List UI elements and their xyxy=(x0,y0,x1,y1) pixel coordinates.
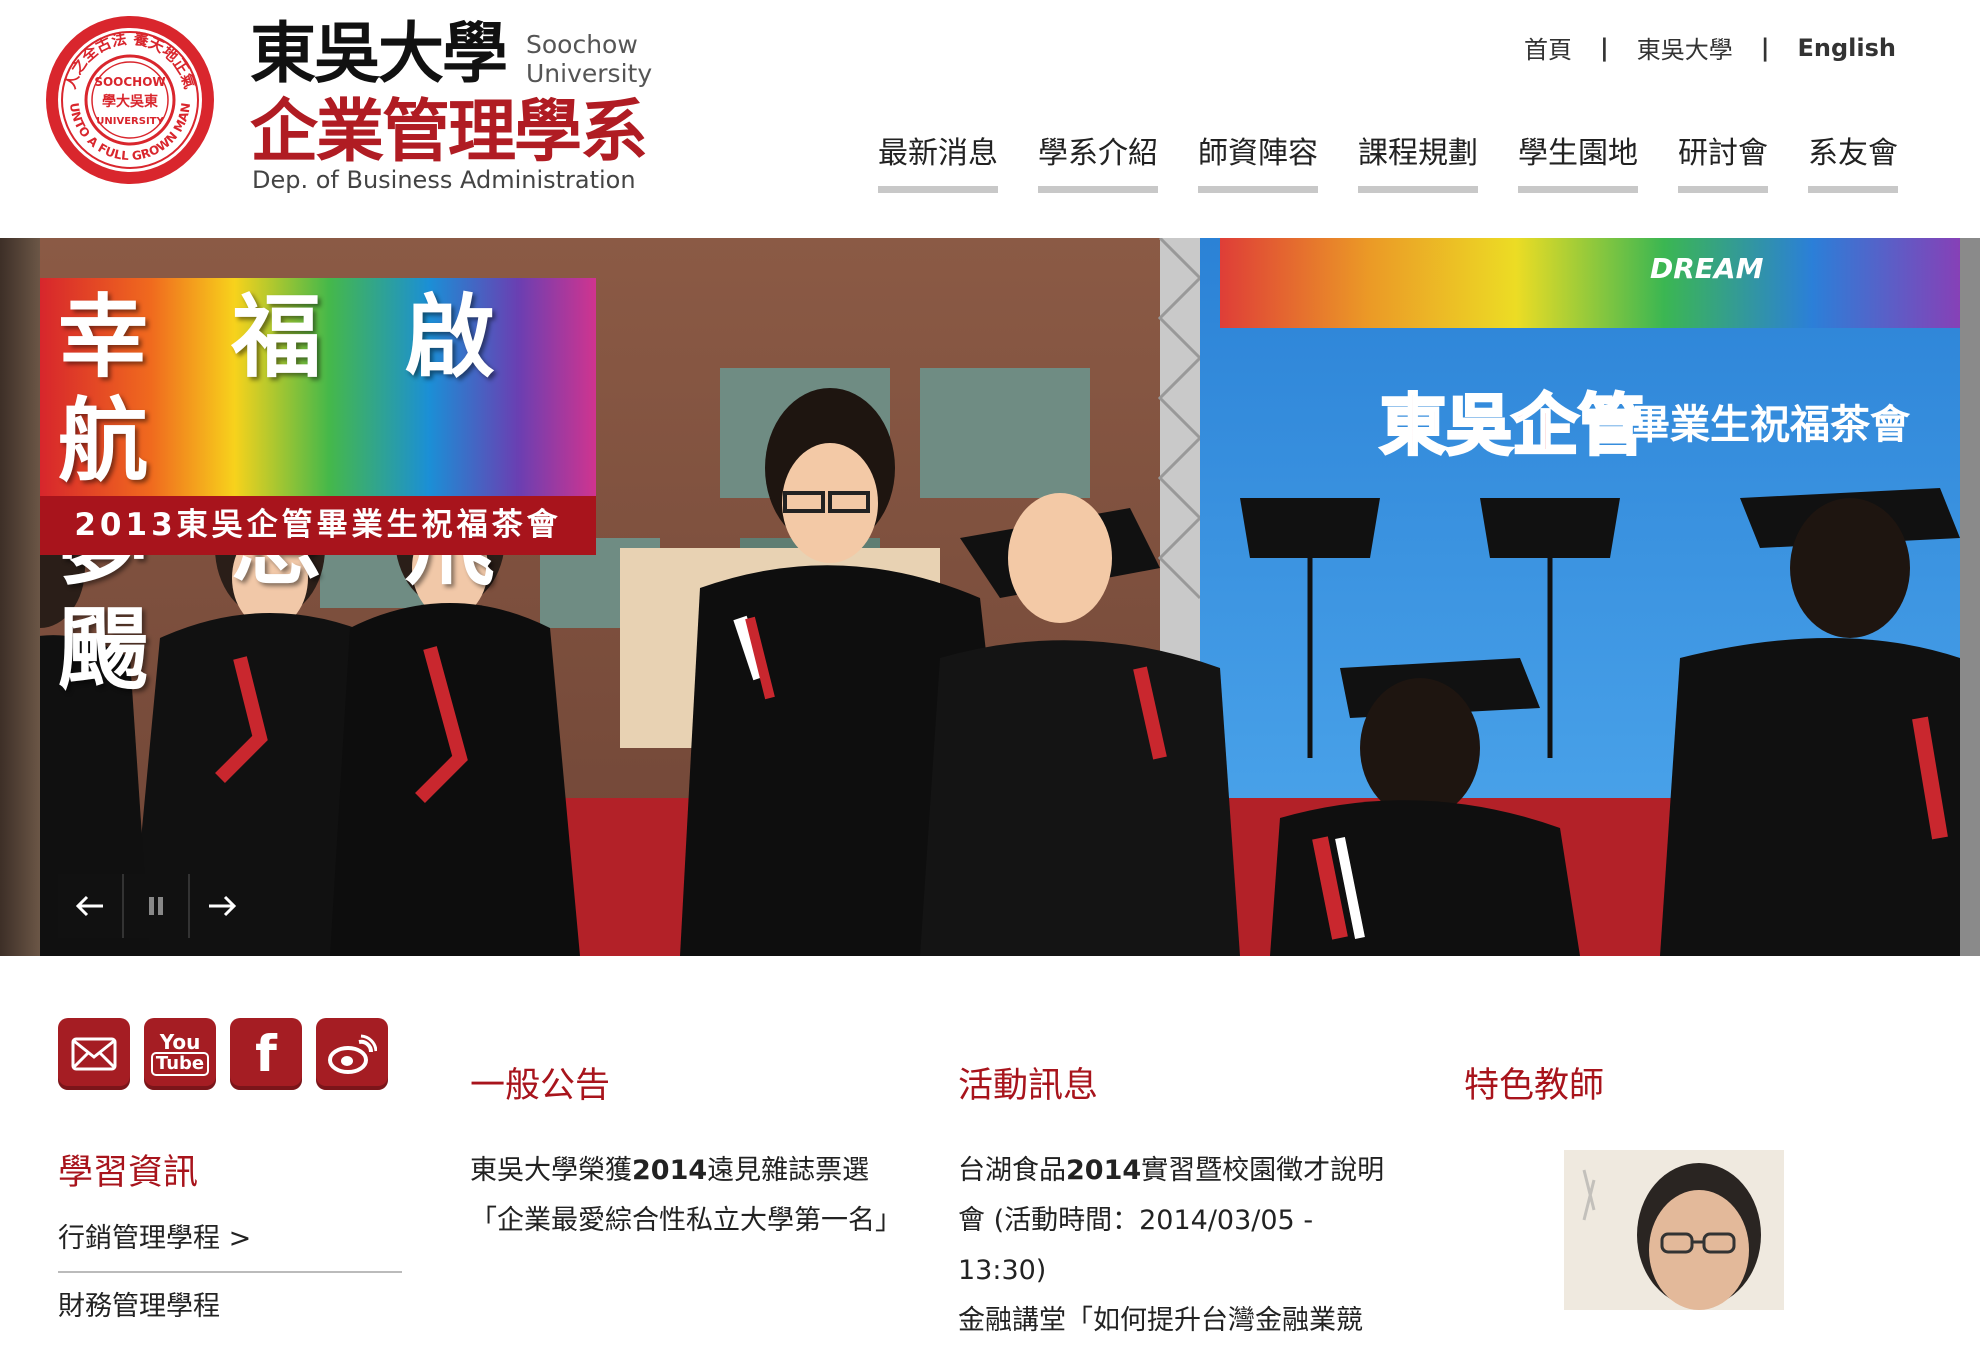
separator: | xyxy=(1760,33,1770,62)
announcement-text-bold: 2014 xyxy=(632,1155,708,1186)
svg-text:DREAM: DREAM xyxy=(1650,252,1764,285)
svg-text:SOOCHOW: SOOCHOW xyxy=(94,75,165,89)
main-nav: 最新消息 學系介紹 師資陣容 課程規劃 學生園地 研討會 系友會 xyxy=(838,128,1898,193)
events-title: 活動訊息 xyxy=(958,1066,1099,1106)
events-list: 台湖食品2014實習暨校園徵才說明會 (活動時間：2014/03/05 - 13… xyxy=(958,1146,1408,1346)
event-text-bold: 2014 xyxy=(1066,1155,1142,1186)
event-item[interactable]: 台湖食品2014實習暨校園徵才說明會 (活動時間：2014/03/05 - 13… xyxy=(958,1146,1408,1296)
university-name-en-line2: University xyxy=(526,59,653,88)
weibo-button[interactable] xyxy=(316,1018,388,1090)
site-header: SOOCHOW 學大吳東 UNIVERSITY 人之全古法 養天地正氣 UNTO… xyxy=(0,0,1980,238)
university-link[interactable]: 東吳大學 xyxy=(1637,30,1733,65)
mail-button[interactable] xyxy=(58,1018,130,1090)
arrow-left-icon xyxy=(75,895,103,917)
nav-item-seminar[interactable]: 研討會 xyxy=(1678,128,1768,193)
nav-item-faculty[interactable]: 師資陣容 xyxy=(1198,128,1318,193)
teacher-portrait xyxy=(1564,1150,1784,1310)
youtube-label-top: You xyxy=(159,1030,201,1054)
nav-item-students[interactable]: 學生園地 xyxy=(1518,128,1638,193)
svg-text:畢業生祝福茶會: 畢業生祝福茶會 xyxy=(1630,402,1911,448)
announcements-title: 一般公告 xyxy=(470,1066,611,1106)
announcement-text-prefix: 東吳大學榮獲 xyxy=(470,1155,632,1186)
event-text-prefix: 台湖食品 xyxy=(958,1155,1066,1186)
hero-banner[interactable]: DREAM 東吳企管 畢業生祝福茶會 幸 福 啟 航 颺 2013東吳企管畢業生… xyxy=(0,238,1980,956)
banner-right-edge xyxy=(1960,238,1980,956)
event-item[interactable]: 金融講堂「如何提升台灣金融業競 xyxy=(958,1296,1408,1346)
sidebar-item-marketing[interactable]: 行銷管理學程 > xyxy=(58,1216,402,1273)
university-seal-logo[interactable]: SOOCHOW 學大吳東 UNIVERSITY 人之全古法 養天地正氣 UNTO… xyxy=(44,14,216,186)
svg-text:學大吳東: 學大吳東 xyxy=(102,93,158,110)
nav-item-news[interactable]: 最新消息 xyxy=(878,128,998,193)
youtube-label-bottom: Tube xyxy=(150,1052,210,1076)
facebook-button[interactable]: f xyxy=(230,1018,302,1090)
university-name-zh: 東吳大學 xyxy=(250,14,508,92)
featured-teacher-photo[interactable] xyxy=(1564,1150,1784,1310)
banner-title-line1: 幸 福 啟 航 xyxy=(58,285,521,494)
announcements-list: 東吳大學榮獲2014遠見雜誌票選「企業最愛綜合性私立大學第一名」 xyxy=(470,1146,902,1246)
arrow-right-icon xyxy=(209,895,237,917)
announcement-item[interactable]: 東吳大學榮獲2014遠見雜誌票選「企業最愛綜合性私立大學第一名」 xyxy=(470,1146,902,1246)
slider-controls xyxy=(58,874,254,938)
facebook-icon: f xyxy=(255,1025,277,1083)
slider-prev-button[interactable] xyxy=(58,874,124,938)
nav-item-curriculum[interactable]: 課程規劃 xyxy=(1358,128,1478,193)
nav-item-about[interactable]: 學系介紹 xyxy=(1038,128,1158,193)
banner-title-box: 幸 福 啟 航 夢 想 飛 颺 2013東吳企管畢業生祝福茶會 xyxy=(40,278,596,702)
featured-teacher-title: 特色教師 xyxy=(1464,1066,1605,1106)
slider-pause-button[interactable] xyxy=(124,874,190,938)
department-logo-text[interactable]: 東吳大學 Soochow University 企業管理學系 Dep. of B… xyxy=(250,18,670,198)
department-name-en: Dep. of Business Administration xyxy=(252,166,636,194)
department-name-zh: 企業管理學系 xyxy=(250,92,648,172)
pause-icon xyxy=(149,897,163,915)
sidebar-item-finance[interactable]: 財務管理學程 xyxy=(58,1284,220,1323)
university-name-en-line1: Soochow xyxy=(526,30,638,59)
top-links: 首頁 | 東吳大學 | English xyxy=(1524,30,1896,65)
social-links: You Tube f xyxy=(58,1018,402,1090)
weibo-icon xyxy=(328,1034,377,1074)
nav-item-alumni[interactable]: 系友會 xyxy=(1808,128,1898,193)
slider-next-button[interactable] xyxy=(190,874,254,938)
home-link[interactable]: 首頁 xyxy=(1524,30,1572,65)
svg-text:東吳企管: 東吳企管 xyxy=(1380,387,1644,464)
banner-subtitle: 2013東吳企管畢業生祝福茶會 xyxy=(40,496,596,555)
mail-icon xyxy=(71,1037,117,1071)
banner-previous-slide-edge xyxy=(0,238,40,956)
youtube-button[interactable]: You Tube xyxy=(144,1018,216,1090)
separator: | xyxy=(1599,33,1609,62)
english-link[interactable]: English xyxy=(1798,34,1896,62)
youtube-icon: You Tube xyxy=(150,1030,210,1076)
learning-info-title: 學習資訊 xyxy=(58,1153,199,1193)
university-name-en: Soochow University xyxy=(526,30,652,88)
svg-text:UNIVERSITY: UNIVERSITY xyxy=(96,116,164,127)
banner-title-main: 幸 福 啟 航 夢 想 飛 颺 xyxy=(58,286,588,702)
